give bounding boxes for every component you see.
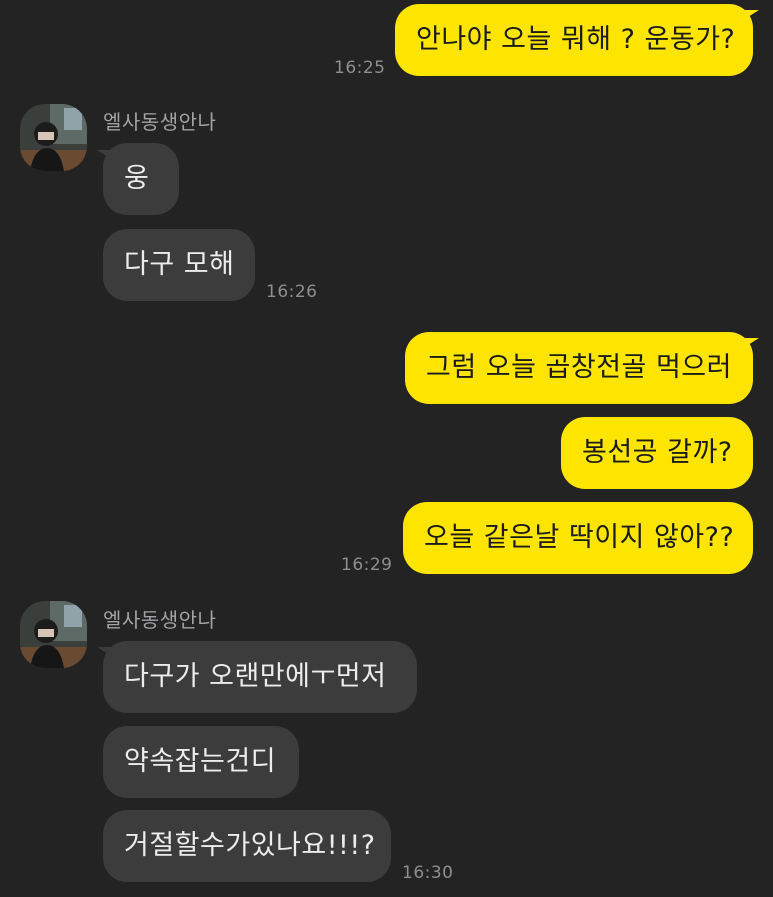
outgoing-message[interactable]: 안나야 오늘 뭐해 ? 운동가?	[395, 4, 753, 76]
message-time: 16:30	[402, 863, 454, 883]
incoming-message[interactable]: 거절할수가있나요!!!?	[103, 810, 391, 882]
incoming-message[interactable]: 다구 모해	[103, 229, 255, 301]
message-time: 16:29	[341, 555, 393, 575]
outgoing-message[interactable]: 오늘 같은날 딱이지 않아??	[403, 502, 753, 574]
incoming-message[interactable]: 웅	[103, 143, 179, 215]
message-time: 16:25	[334, 58, 386, 78]
incoming-message[interactable]: 다구가 오랜만에ㅜ먼저	[103, 641, 417, 713]
contact-avatar[interactable]	[20, 104, 87, 171]
sender-name: 엘사동생안나	[103, 110, 217, 134]
incoming-message[interactable]: 약속잡는건디	[103, 726, 299, 798]
profile-photo-icon	[20, 601, 87, 668]
chat-room: 안나야 오늘 뭐해 ? 운동가? 16:25 엘사동생안나 웅 다구 모해 16…	[0, 0, 773, 897]
outgoing-message[interactable]: 봉선공 갈까?	[561, 417, 753, 489]
message-time: 16:26	[266, 282, 318, 302]
sender-name: 엘사동생안나	[103, 608, 217, 632]
outgoing-message[interactable]: 그럼 오늘 곱창전골 먹으러	[405, 332, 753, 404]
profile-photo-icon	[20, 104, 87, 171]
contact-avatar[interactable]	[20, 601, 87, 668]
